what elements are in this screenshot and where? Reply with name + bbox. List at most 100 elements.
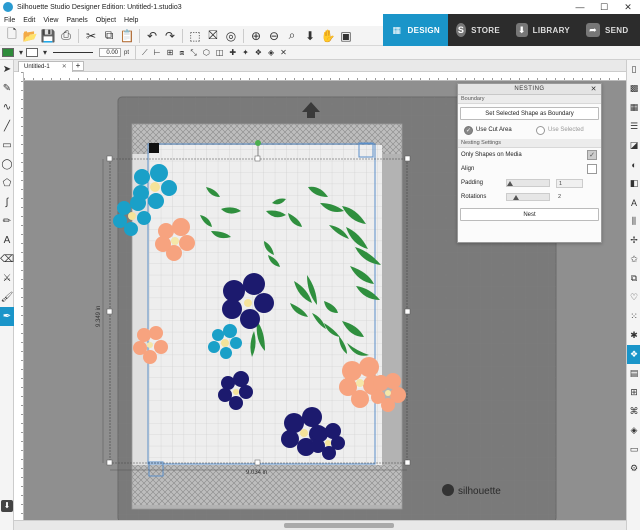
knife-tool-icon[interactable]: ⚔ <box>0 269 14 288</box>
modify-icon[interactable]: ⧉ <box>627 269 640 288</box>
align-panel-icon[interactable]: ⫼ <box>627 212 640 231</box>
offset-panel-icon[interactable]: ✱ <box>627 326 640 345</box>
fill-color-swatch[interactable] <box>2 48 14 57</box>
zoom-out-icon[interactable]: ⊖ <box>265 28 283 44</box>
use-cut-area-radio[interactable]: ✓ <box>464 125 473 135</box>
zoom-in-icon[interactable]: ⊕ <box>247 28 265 44</box>
close-tab-icon[interactable]: ✕ <box>62 64 67 70</box>
eraser-icon[interactable]: ⌫ <box>0 250 14 269</box>
download-icon[interactable]: ⬇ <box>1 500 13 512</box>
paste-icon[interactable]: 📋 <box>118 28 136 44</box>
deselect-icon[interactable]: ⛝ <box>204 28 222 44</box>
cut-icon[interactable]: ✂ <box>82 28 100 44</box>
save-icon[interactable]: 💾 <box>39 28 57 44</box>
undo-icon[interactable]: ↶ <box>143 28 161 44</box>
nest-button[interactable]: Nest <box>460 208 599 221</box>
line-style-preview[interactable] <box>53 52 94 53</box>
dots-icon[interactable]: ⁙ <box>627 307 640 326</box>
weld-icon[interactable]: ⬡ <box>203 48 210 57</box>
padding-slider[interactable] <box>506 179 550 187</box>
grid-settings-icon[interactable]: ▦ <box>627 98 640 117</box>
layers-icon[interactable]: ◈ <box>268 48 274 57</box>
star-icon[interactable]: ✩ <box>627 250 640 269</box>
replicate-icon[interactable]: ⧈ <box>179 48 184 58</box>
minimize-button[interactable]: — <box>568 0 592 14</box>
open-folder-icon[interactable]: 📂 <box>21 28 39 44</box>
tab-store[interactable]: S STORE <box>448 14 508 46</box>
settings-icon[interactable]: ⚙ <box>627 459 640 478</box>
group-icon[interactable]: ⊞ <box>167 48 174 57</box>
new-file-icon[interactable]: 🗋 <box>3 27 21 44</box>
rectangle-icon[interactable]: ▭ <box>0 136 14 155</box>
add-tab-button[interactable]: + <box>72 61 84 71</box>
line-draw-icon[interactable]: ╱ <box>0 117 14 136</box>
padding-input[interactable]: 1 <box>556 178 583 188</box>
lasso-icon[interactable]: ∿ <box>0 98 14 117</box>
use-selected-radio[interactable] <box>536 125 545 135</box>
maximize-button[interactable]: ☐ <box>592 0 616 14</box>
ellipse-icon[interactable]: ◯ <box>0 155 14 174</box>
tab-design[interactable]: ▦ DESIGN <box>383 14 448 46</box>
align-icon[interactable]: ⊢ <box>154 48 161 57</box>
select-all-icon[interactable]: ⬚ <box>186 28 204 44</box>
menu-file[interactable]: File <box>0 17 19 24</box>
menu-panels[interactable]: Panels <box>62 17 91 24</box>
nesting-panel-icon[interactable]: ❖ <box>627 345 640 364</box>
text-style-icon[interactable]: A <box>627 193 640 212</box>
nesting-panel-header[interactable]: NESTING ✕ <box>458 84 601 95</box>
pencil-icon[interactable]: ✏ <box>0 212 14 231</box>
polygon-icon[interactable]: ⬠ <box>0 174 14 193</box>
scrollbar-thumb[interactable] <box>284 523 394 528</box>
print-icon[interactable]: ⎙ <box>57 28 75 44</box>
zoom-fit-icon[interactable]: ⌕ <box>283 28 301 44</box>
select-by-color-icon[interactable]: ◎ <box>222 28 240 44</box>
library-panel-icon[interactable]: ▤ <box>627 364 640 383</box>
print-cut-icon[interactable]: ▭ <box>627 440 640 459</box>
move-down-icon[interactable]: ⬇ <box>301 28 319 44</box>
tab-send[interactable]: ➦ SEND <box>578 14 640 46</box>
rotations-value[interactable]: 2 <box>556 193 583 202</box>
warp-icon[interactable]: ⌘ <box>627 402 640 421</box>
rotations-slider-knob[interactable] <box>513 195 519 200</box>
eyedropper-icon[interactable]: ✒ <box>0 307 14 326</box>
line-style-icon[interactable]: ☰ <box>627 117 640 136</box>
line-width-input[interactable]: 0.00 <box>99 48 122 57</box>
menu-view[interactable]: View <box>39 17 62 24</box>
rotations-slider[interactable] <box>506 193 550 201</box>
gradient-icon[interactable]: ◐ <box>627 155 640 174</box>
pixel-icon[interactable]: ▩ <box>627 79 640 98</box>
knife-icon[interactable]: ✦ <box>242 48 249 57</box>
trace-icon[interactable]: ✚ <box>229 48 236 57</box>
text-tool-icon[interactable]: A <box>0 231 14 250</box>
curve-icon[interactable]: ∫ <box>0 193 14 212</box>
padding-slider-knob[interactable] <box>507 181 513 186</box>
eraser-tool-icon[interactable]: ✕ <box>280 48 287 57</box>
point-edit-icon[interactable]: ✎ <box>0 79 14 98</box>
menu-object[interactable]: Object <box>92 17 120 24</box>
pan-hand-icon[interactable]: ✋ <box>319 28 337 44</box>
brush-icon[interactable]: 🖌 <box>0 288 14 307</box>
transform-panel-icon[interactable]: ✢ <box>627 231 640 250</box>
horizontal-scrollbar[interactable] <box>14 520 626 530</box>
layers-panel-icon[interactable]: ⊞ <box>627 383 640 402</box>
emboss-icon[interactable]: ◈ <box>627 421 640 440</box>
align-checkbox[interactable] <box>587 164 597 174</box>
fill-panel-icon[interactable]: ◪ <box>627 136 640 155</box>
nest-icon[interactable]: ❖ <box>255 48 262 57</box>
close-window-button[interactable]: ✕ <box>616 0 640 14</box>
fit-to-page-icon[interactable]: ▣ <box>337 28 355 44</box>
close-panel-icon[interactable]: ✕ <box>591 84 597 95</box>
sketch-icon[interactable]: ◧ <box>627 174 640 193</box>
menu-edit[interactable]: Edit <box>19 17 39 24</box>
transform-icon[interactable]: ⤡ <box>190 48 196 58</box>
line-dropdown-icon[interactable]: ▾ <box>43 48 47 57</box>
document-tab[interactable]: Untitled-1 ✕ <box>18 61 73 72</box>
tab-library[interactable]: ⬇ LIBRARY <box>508 14 578 46</box>
set-boundary-button[interactable]: Set Selected Shape as Boundary <box>460 107 599 120</box>
copy-icon[interactable]: ⧉ <box>100 28 118 44</box>
line-tool-icon[interactable]: ⟋ <box>142 48 148 58</box>
heart-icon[interactable]: ♡ <box>627 288 640 307</box>
only-shapes-checkbox[interactable]: ✓ <box>587 150 597 160</box>
page-setup-icon[interactable]: ▯ <box>627 60 640 79</box>
redo-icon[interactable]: ↷ <box>161 28 179 44</box>
